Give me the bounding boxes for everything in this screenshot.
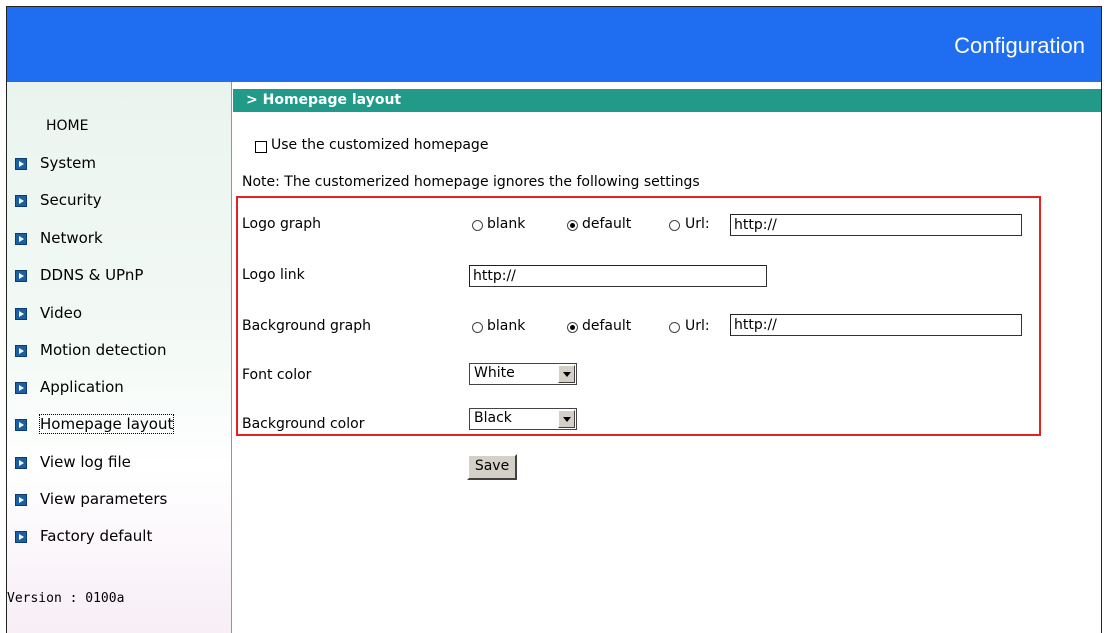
chevron-down-icon[interactable] <box>558 410 575 428</box>
arrow-icon <box>15 345 27 357</box>
sidebar-item-security[interactable]: Security <box>7 190 232 212</box>
arrow-icon <box>15 419 27 431</box>
arrow-icon <box>15 158 27 170</box>
background-color-value: Black <box>474 410 512 426</box>
top-banner: Configuration <box>7 7 1101 82</box>
sidebar-item-view-log-file[interactable]: View log file <box>7 452 232 474</box>
sidebar-item-network[interactable]: Network <box>7 228 232 250</box>
background-graph-blank-label: blank <box>487 318 526 334</box>
logo-link-input[interactable] <box>469 265 767 287</box>
logo-graph-url-input[interactable] <box>730 214 1022 236</box>
sidebar-item-system[interactable]: System <box>7 153 232 175</box>
arrow-icon <box>15 382 27 394</box>
sidebar: HOME System Security Network DDNS & UPnP… <box>7 82 232 633</box>
use-custom-homepage-checkbox[interactable] <box>255 141 267 153</box>
sidebar-item-label[interactable]: Network <box>40 229 103 247</box>
use-custom-homepage-label: Use the customized homepage <box>271 137 489 153</box>
arrow-icon <box>15 531 27 543</box>
background-graph-url-radio[interactable] <box>669 322 680 333</box>
sidebar-item-label[interactable]: View parameters <box>40 490 167 508</box>
main-content: > Homepage layout Use the customized hom… <box>233 82 1101 633</box>
arrow-icon <box>15 457 27 469</box>
arrow-icon <box>15 494 27 506</box>
arrow-icon <box>15 308 27 320</box>
sidebar-item-label[interactable]: View log file <box>40 453 131 471</box>
sidebar-home-link[interactable]: HOME <box>46 118 88 134</box>
arrow-icon <box>15 270 27 282</box>
background-graph-default-label: default <box>582 318 632 334</box>
version-text: Version : 0100a <box>7 591 125 606</box>
sidebar-item-label[interactable]: Factory default <box>40 527 152 545</box>
background-color-label: Background color <box>242 416 365 432</box>
sidebar-item-homepage-layout[interactable]: Homepage layout <box>7 414 232 436</box>
background-graph-label: Background graph <box>242 318 371 334</box>
font-color-label: Font color <box>242 367 312 383</box>
arrow-icon <box>15 195 27 207</box>
sidebar-item-label[interactable]: DDNS & UPnP <box>40 266 143 284</box>
background-color-select[interactable]: Black <box>469 408 577 430</box>
font-color-value: White <box>474 365 515 381</box>
logo-graph-default-radio[interactable] <box>567 220 578 231</box>
section-header: > Homepage layout <box>233 89 1101 112</box>
logo-graph-blank-radio[interactable] <box>472 220 483 231</box>
background-graph-url-label: Url: <box>685 318 710 334</box>
note-text: Note: The customerized homepage ignores … <box>242 174 700 190</box>
sidebar-item-video[interactable]: Video <box>7 303 232 325</box>
logo-graph-default-label: default <box>582 216 632 232</box>
logo-graph-url-label: Url: <box>685 216 710 232</box>
chevron-down-icon[interactable] <box>558 365 575 383</box>
sidebar-item-label[interactable]: Motion detection <box>40 341 166 359</box>
sidebar-item-factory-default[interactable]: Factory default <box>7 526 232 548</box>
font-color-select[interactable]: White <box>469 363 577 385</box>
sidebar-item-application[interactable]: Application <box>7 377 232 399</box>
logo-graph-url-radio[interactable] <box>669 220 680 231</box>
logo-link-label: Logo link <box>242 267 305 283</box>
sidebar-item-ddns-upnp[interactable]: DDNS & UPnP <box>7 265 232 287</box>
sidebar-item-view-parameters[interactable]: View parameters <box>7 489 232 511</box>
sidebar-item-label[interactable]: Homepage layout <box>38 414 175 434</box>
sidebar-item-label[interactable]: Video <box>40 304 82 322</box>
logo-graph-label: Logo graph <box>242 216 322 232</box>
background-graph-blank-radio[interactable] <box>472 322 483 333</box>
page-title: Configuration <box>954 33 1085 58</box>
background-graph-default-radio[interactable] <box>567 322 578 333</box>
sidebar-item-label[interactable]: Security <box>40 191 102 209</box>
app-frame: Configuration HOME System Security Netwo… <box>6 6 1102 633</box>
sidebar-item-motion-detection[interactable]: Motion detection <box>7 340 232 362</box>
background-graph-url-input[interactable] <box>730 314 1022 336</box>
save-button[interactable]: Save <box>467 454 517 480</box>
logo-graph-blank-label: blank <box>487 216 526 232</box>
sidebar-item-label[interactable]: System <box>40 154 96 172</box>
arrow-icon <box>15 233 27 245</box>
sidebar-item-label[interactable]: Application <box>40 378 124 396</box>
